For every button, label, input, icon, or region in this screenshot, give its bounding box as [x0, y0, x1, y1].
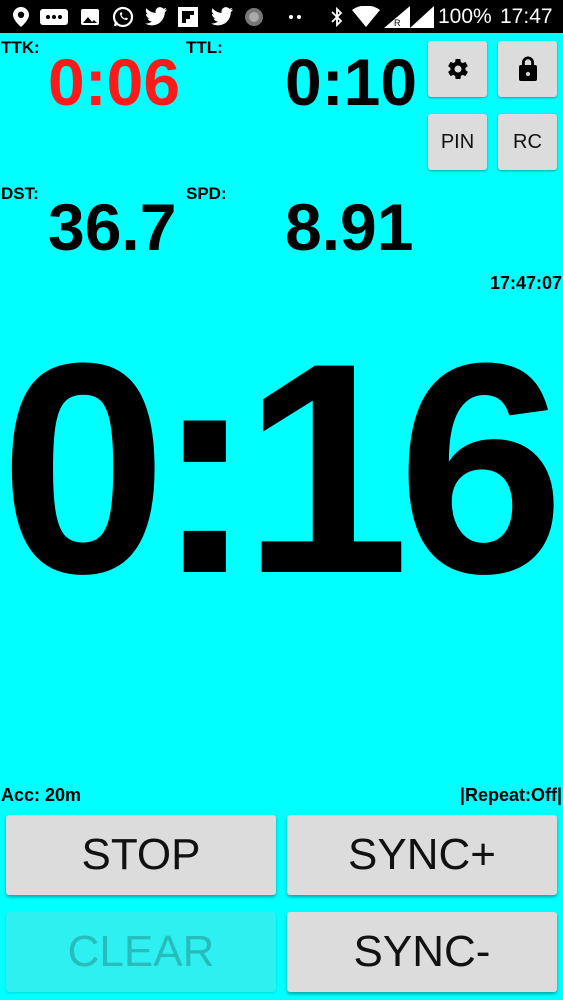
settings-button[interactable]	[428, 41, 487, 97]
rc-button[interactable]: RC	[498, 114, 557, 170]
signal-roaming-icon: R	[384, 6, 410, 28]
twitter-icon	[144, 6, 168, 28]
battery-percent: 100%	[438, 5, 492, 28]
whatsapp-icon	[112, 6, 134, 28]
spd-value: 8.91	[285, 190, 414, 264]
messages-icon	[40, 6, 68, 28]
main-countdown: 0:16	[0, 328, 563, 608]
ttk-label: TTK:	[1, 38, 40, 57]
dst-label: DST:	[1, 184, 39, 203]
accuracy-label: Acc: 20m	[1, 785, 82, 805]
sync-plus-button[interactable]: SYNC+	[287, 815, 557, 895]
sync-minus-button[interactable]: SYNC-	[287, 912, 557, 992]
ttk-value: 0:06	[48, 45, 181, 119]
image-icon	[80, 6, 100, 28]
wifi-icon	[352, 6, 380, 28]
lock-button[interactable]	[498, 41, 557, 97]
signal-icon	[410, 6, 434, 28]
twitter-icon-2	[210, 6, 234, 28]
more-notifications-icon	[288, 6, 302, 28]
app-icon	[244, 6, 264, 28]
location-icon	[12, 6, 30, 28]
svg-text:R: R	[394, 18, 401, 28]
status-bar: R 100% 17:47	[0, 0, 563, 33]
flipboard-icon	[178, 6, 198, 28]
bluetooth-icon	[330, 6, 344, 28]
status-time: 17:47	[500, 5, 553, 28]
repeat-status[interactable]: |Repeat:Off|	[460, 785, 562, 806]
gear-icon	[446, 57, 470, 81]
pin-button[interactable]: PIN	[428, 114, 487, 170]
spd-label: SPD:	[186, 184, 227, 203]
ttl-label: TTL:	[186, 38, 223, 57]
ttl-value: 0:10	[285, 45, 418, 119]
clear-button[interactable]: CLEAR	[6, 912, 276, 992]
lock-icon	[517, 56, 539, 82]
current-clock: 17:47:07	[489, 273, 562, 293]
stop-button[interactable]: STOP	[6, 815, 276, 895]
dst-value: 36.7	[48, 190, 177, 264]
